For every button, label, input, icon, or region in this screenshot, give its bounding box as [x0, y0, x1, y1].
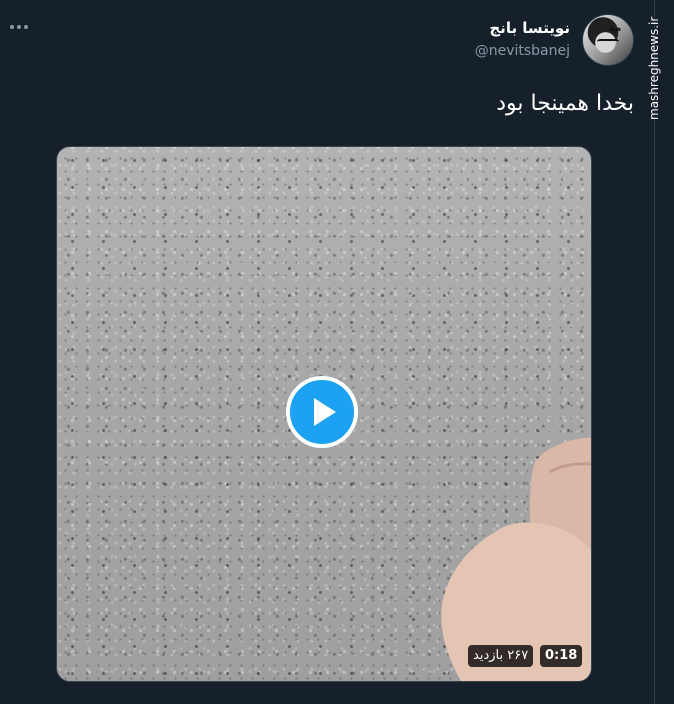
avatar-tag: مه — [609, 23, 622, 34]
author-name[interactable]: نویتسا بانج — [489, 19, 570, 37]
tweet-text: بخدا همینجا بود — [496, 91, 634, 116]
views-badge: ۲۶۷ بازدید — [468, 645, 534, 667]
watermark: mashreghnews.ir — [645, 12, 663, 122]
play-button[interactable] — [286, 376, 358, 448]
play-icon — [314, 398, 336, 426]
ellipsis-icon — [10, 25, 14, 29]
video-player[interactable]: ۲۶۷ بازدید 0:18 — [56, 146, 592, 682]
watermark-text: mashreghnews.ir — [647, 17, 661, 120]
more-options-button[interactable] — [10, 20, 34, 34]
author-handle[interactable]: @nevitsbanej — [475, 43, 570, 59]
avatar[interactable]: مه — [582, 14, 634, 66]
duration-badge: 0:18 — [540, 645, 583, 667]
